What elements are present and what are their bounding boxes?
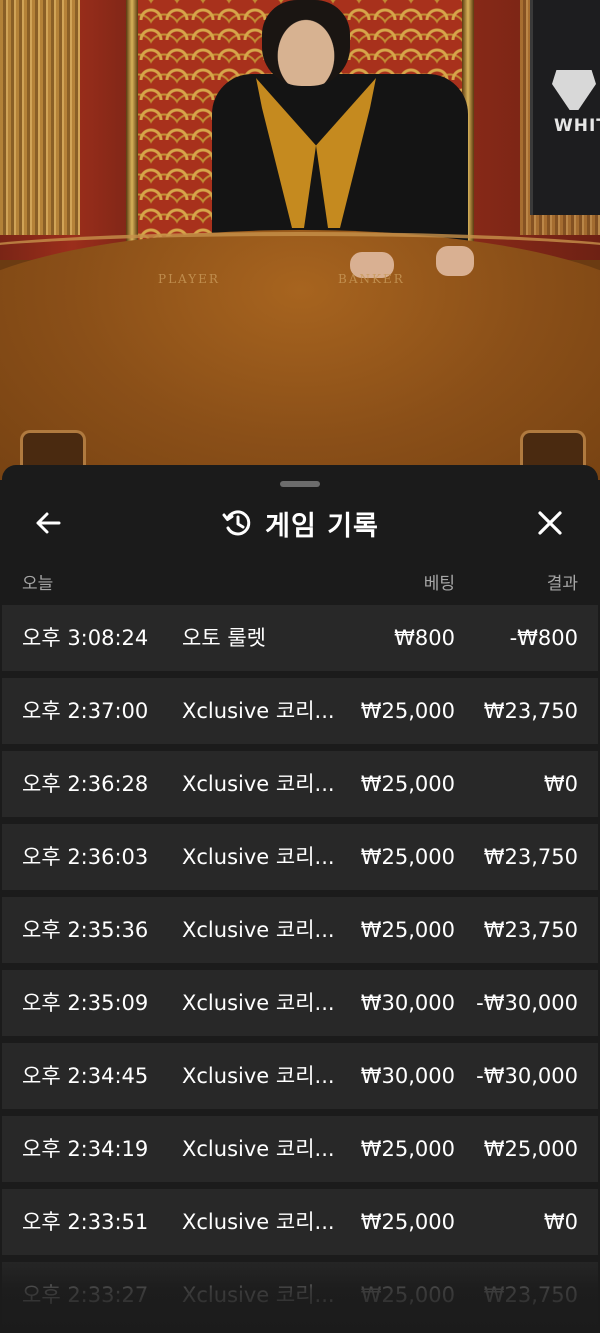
column-header-bet: 베팅 [423,574,455,594]
baccarat-table [0,230,600,480]
row-bet: ₩25,000 [360,1283,455,1307]
row-result: ₩23,750 [483,1283,578,1307]
row-result: ₩23,750 [483,918,578,942]
row-time: 오후 2:34:45 [22,1064,149,1088]
row-result: ₩25,000 [483,1137,578,1161]
studio-monitor [530,0,600,215]
page-title: 게임 기록 [265,510,379,542]
dealer-hand [436,246,474,276]
row-time: 오후 2:37:00 [22,699,149,723]
row-time: 오후 2:33:27 [22,1283,149,1307]
table-rim [0,232,600,256]
row-game: Xclusive 코리... [182,1137,335,1161]
column-header-date: 오늘 [22,574,54,594]
game-history-sheet: 게임 기록 오늘 베팅 결과 오후 3:08:24 오토 룰렛 ₩800 -₩8… [2,465,598,1333]
history-row[interactable]: 오후 2:35:36 Xclusive 코리... ₩25,000 ₩23,75… [2,897,598,963]
row-game: Xclusive 코리... [182,918,335,942]
row-game: Xclusive 코리... [182,1210,335,1234]
row-game: Xclusive 코리... [182,699,335,723]
sheet-header: 게임 기록 [2,493,598,553]
history-row[interactable]: 오후 2:37:00 Xclusive 코리... ₩25,000 ₩23,75… [2,678,598,744]
table-label-player: PLAYER [158,272,220,286]
live-video-background: WHIT PLAYER BANKER [0,0,600,480]
close-x-icon [538,511,562,535]
history-row[interactable]: 오후 2:36:03 Xclusive 코리... ₩25,000 ₩23,75… [2,824,598,890]
history-row[interactable]: 오후 2:36:28 Xclusive 코리... ₩25,000 ₩0 [2,751,598,817]
history-row[interactable]: 오후 2:34:45 Xclusive 코리... ₩30,000 -₩30,0… [2,1043,598,1109]
drag-handle[interactable] [280,481,320,487]
row-result: ₩23,750 [483,845,578,869]
row-bet: ₩25,000 [360,1210,455,1234]
bead-curtain-left [0,0,80,235]
row-game: Xclusive 코리... [182,772,335,796]
row-game: Xclusive 코리... [182,991,335,1015]
row-bet: ₩30,000 [360,1064,455,1088]
row-time: 오후 2:36:28 [22,772,149,796]
row-bet: ₩800 [394,626,455,650]
history-clock-icon [222,510,251,536]
history-list: 오후 3:08:24 오토 룰렛 ₩800 -₩800 오후 2:37:00 X… [2,605,598,1333]
row-result: ₩0 [543,772,578,796]
row-result: -₩800 [509,626,578,650]
row-time: 오후 2:35:09 [22,991,149,1015]
history-row[interactable]: 오후 2:33:51 Xclusive 코리... ₩25,000 ₩0 [2,1189,598,1255]
row-result: ₩0 [543,1210,578,1234]
row-bet: ₩25,000 [360,772,455,796]
row-bet: ₩30,000 [360,991,455,1015]
row-time: 오후 2:33:51 [22,1210,149,1234]
monitor-brand-text: WHIT [554,116,600,136]
row-game: Xclusive 코리... [182,845,335,869]
history-row[interactable]: 오후 2:35:09 Xclusive 코리... ₩30,000 -₩30,0… [2,970,598,1036]
close-button[interactable] [530,503,570,543]
row-time: 오후 2:34:19 [22,1137,149,1161]
row-time: 오후 2:35:36 [22,918,149,942]
title-group: 게임 기록 [2,503,598,543]
history-row[interactable]: 오후 2:33:27 Xclusive 코리... ₩25,000 ₩23,75… [2,1262,598,1328]
row-bet: ₩25,000 [360,699,455,723]
column-header-result: 결과 [546,574,578,594]
row-game: Xclusive 코리... [182,1283,335,1307]
table-label-banker: BANKER [338,272,405,286]
row-bet: ₩25,000 [360,918,455,942]
row-time: 오후 2:36:03 [22,845,149,869]
row-time: 오후 3:08:24 [22,626,149,650]
row-bet: ₩25,000 [360,845,455,869]
history-row[interactable]: 오후 2:34:19 Xclusive 코리... ₩25,000 ₩25,00… [2,1116,598,1182]
history-row[interactable]: 오후 3:08:24 오토 룰렛 ₩800 -₩800 [2,605,598,671]
gold-pillar [126,0,138,250]
row-game: Xclusive 코리... [182,1064,335,1088]
row-result: ₩23,750 [483,699,578,723]
row-result: -₩30,000 [476,991,578,1015]
row-result: -₩30,000 [476,1064,578,1088]
row-game: 오토 룰렛 [182,626,266,650]
row-bet: ₩25,000 [360,1137,455,1161]
dealer-head [262,0,350,86]
